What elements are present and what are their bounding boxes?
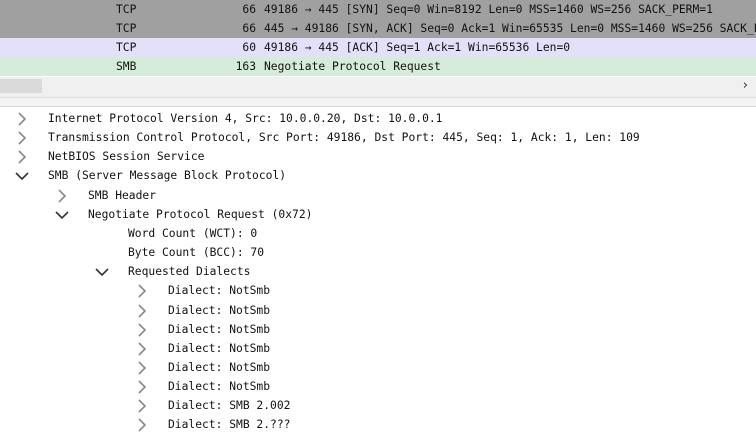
packet-length: 60 bbox=[242, 41, 256, 54]
tree-item-label: Internet Protocol Version 4, Src: 10.0.0… bbox=[48, 112, 443, 125]
tree-item[interactable]: Dialect: SMB 2.002 bbox=[0, 396, 756, 415]
scrollbar-thumb[interactable] bbox=[0, 79, 42, 93]
tree-item-label: Dialect: NotSmb bbox=[168, 304, 271, 317]
tree-item[interactable]: Byte Count (BCC): 70 bbox=[0, 243, 756, 262]
chevron-right-icon[interactable] bbox=[135, 361, 149, 375]
tree-item-label: Requested Dialects bbox=[128, 265, 251, 278]
tree-item[interactable]: Dialect: SMB 2.??? bbox=[0, 415, 756, 434]
horizontal-scrollbar[interactable]: › bbox=[0, 77, 756, 98]
chevron-down-icon[interactable] bbox=[95, 265, 109, 279]
chevron-right-icon[interactable] bbox=[15, 112, 29, 126]
tree-item-label: Negotiate Protocol Request (0x72) bbox=[88, 208, 313, 221]
tree-item-label: Dialect: NotSmb bbox=[168, 284, 271, 297]
packet-info: 49186 → 445 [ACK] Seq=1 Ack=1 Win=65536 … bbox=[264, 41, 571, 54]
packet-length: 163 bbox=[235, 60, 256, 73]
tree-item[interactable]: Dialect: NotSmb bbox=[0, 301, 756, 320]
tree-item[interactable]: NetBIOS Session Service bbox=[0, 147, 756, 166]
tree-item-label: Dialect: SMB 2.002 bbox=[168, 399, 291, 412]
tree-item[interactable]: Requested Dialects bbox=[0, 262, 756, 281]
chevron-right-icon[interactable] bbox=[135, 284, 149, 298]
tree-item-label: Word Count (WCT): 0 bbox=[128, 227, 258, 240]
tree-item-label: Dialect: NotSmb bbox=[168, 342, 271, 355]
chevron-right-icon[interactable] bbox=[15, 150, 29, 164]
tree-item[interactable]: Transmission Control Protocol, Src Port:… bbox=[0, 128, 756, 147]
tree-item[interactable]: Dialect: NotSmb bbox=[0, 281, 756, 300]
tree-item[interactable]: SMB Header bbox=[0, 186, 756, 205]
chevron-right-icon[interactable] bbox=[135, 399, 149, 413]
tree-item[interactable]: Internet Protocol Version 4, Src: 10.0.0… bbox=[0, 109, 756, 128]
packet-protocol: SMB bbox=[116, 60, 137, 73]
packet-list[interactable]: TCP 66 49186 → 445 [SYN] Seq=0 Win=8192 Le… bbox=[0, 0, 756, 77]
chevron-down-icon[interactable] bbox=[55, 208, 69, 222]
tree-item-label: SMB (Server Message Block Protocol) bbox=[48, 169, 287, 182]
packet-protocol: TCP bbox=[116, 22, 137, 35]
tree-item[interactable]: Dialect: NotSmb bbox=[0, 377, 756, 396]
tree-item-label: Transmission Control Protocol, Src Port:… bbox=[48, 131, 640, 144]
tree-item-label: Dialect: NotSmb bbox=[168, 361, 271, 374]
chevron-right-icon[interactable] bbox=[135, 342, 149, 356]
tree-item[interactable]: Dialect: NotSmb bbox=[0, 320, 756, 339]
tree-item[interactable]: Dialect: NotSmb bbox=[0, 339, 756, 358]
tree-item-label: Dialect: NotSmb bbox=[168, 323, 271, 336]
chevron-right-icon[interactable] bbox=[135, 380, 149, 394]
tree-item-label: NetBIOS Session Service bbox=[48, 150, 205, 163]
packet-row[interactable]: TCP 66 49186 → 445 [SYN] Seq=0 Win=8192 Le… bbox=[0, 0, 756, 19]
tree-item-label: Byte Count (BCC): 70 bbox=[128, 246, 265, 259]
packet-row[interactable]: TCP 66 445 → 49186 [SYN, ACK] Seq=0 Ack=1 … bbox=[0, 19, 756, 38]
packet-info: Negotiate Protocol Request bbox=[264, 60, 441, 73]
tree-item[interactable]: SMB (Server Message Block Protocol) bbox=[0, 166, 756, 185]
tree-item[interactable]: Negotiate Protocol Request (0x72) bbox=[0, 205, 756, 224]
chevron-right-icon[interactable] bbox=[15, 131, 29, 145]
chevron-right-icon[interactable] bbox=[55, 189, 69, 203]
tree-item[interactable]: Word Count (WCT): 0 bbox=[0, 224, 756, 243]
chevron-right-icon[interactable] bbox=[135, 323, 149, 337]
packet-length: 66 bbox=[242, 3, 256, 16]
tree-item[interactable]: Dialect: NotSmb bbox=[0, 358, 756, 377]
scroll-right-icon[interactable]: › bbox=[743, 78, 748, 93]
chevron-down-icon[interactable] bbox=[15, 169, 29, 183]
packet-row[interactable]: TCP 60 49186 → 445 [ACK] Seq=1 Ack=1 Win=6… bbox=[0, 38, 756, 57]
packet-row[interactable]: SMB 163 Negotiate Protocol Request bbox=[0, 57, 756, 76]
chevron-right-icon[interactable] bbox=[135, 304, 149, 318]
tree-item-label: SMB Header bbox=[88, 189, 157, 202]
packet-protocol: TCP bbox=[116, 3, 137, 16]
chevron-right-icon[interactable] bbox=[135, 418, 149, 432]
tree-item-label: Dialect: NotSmb bbox=[168, 380, 271, 393]
packet-info: 49186 → 445 [SYN] Seq=0 Win=8192 Len=0 M… bbox=[264, 3, 713, 16]
packet-protocol: TCP bbox=[116, 41, 137, 54]
packet-length: 66 bbox=[242, 22, 256, 35]
tree-item-label: Dialect: SMB 2.??? bbox=[168, 418, 291, 431]
packet-info: 445 → 49186 [SYN, ACK] Seq=0 Ack=1 Win=6… bbox=[264, 22, 756, 35]
pane-splitter[interactable] bbox=[0, 98, 756, 107]
